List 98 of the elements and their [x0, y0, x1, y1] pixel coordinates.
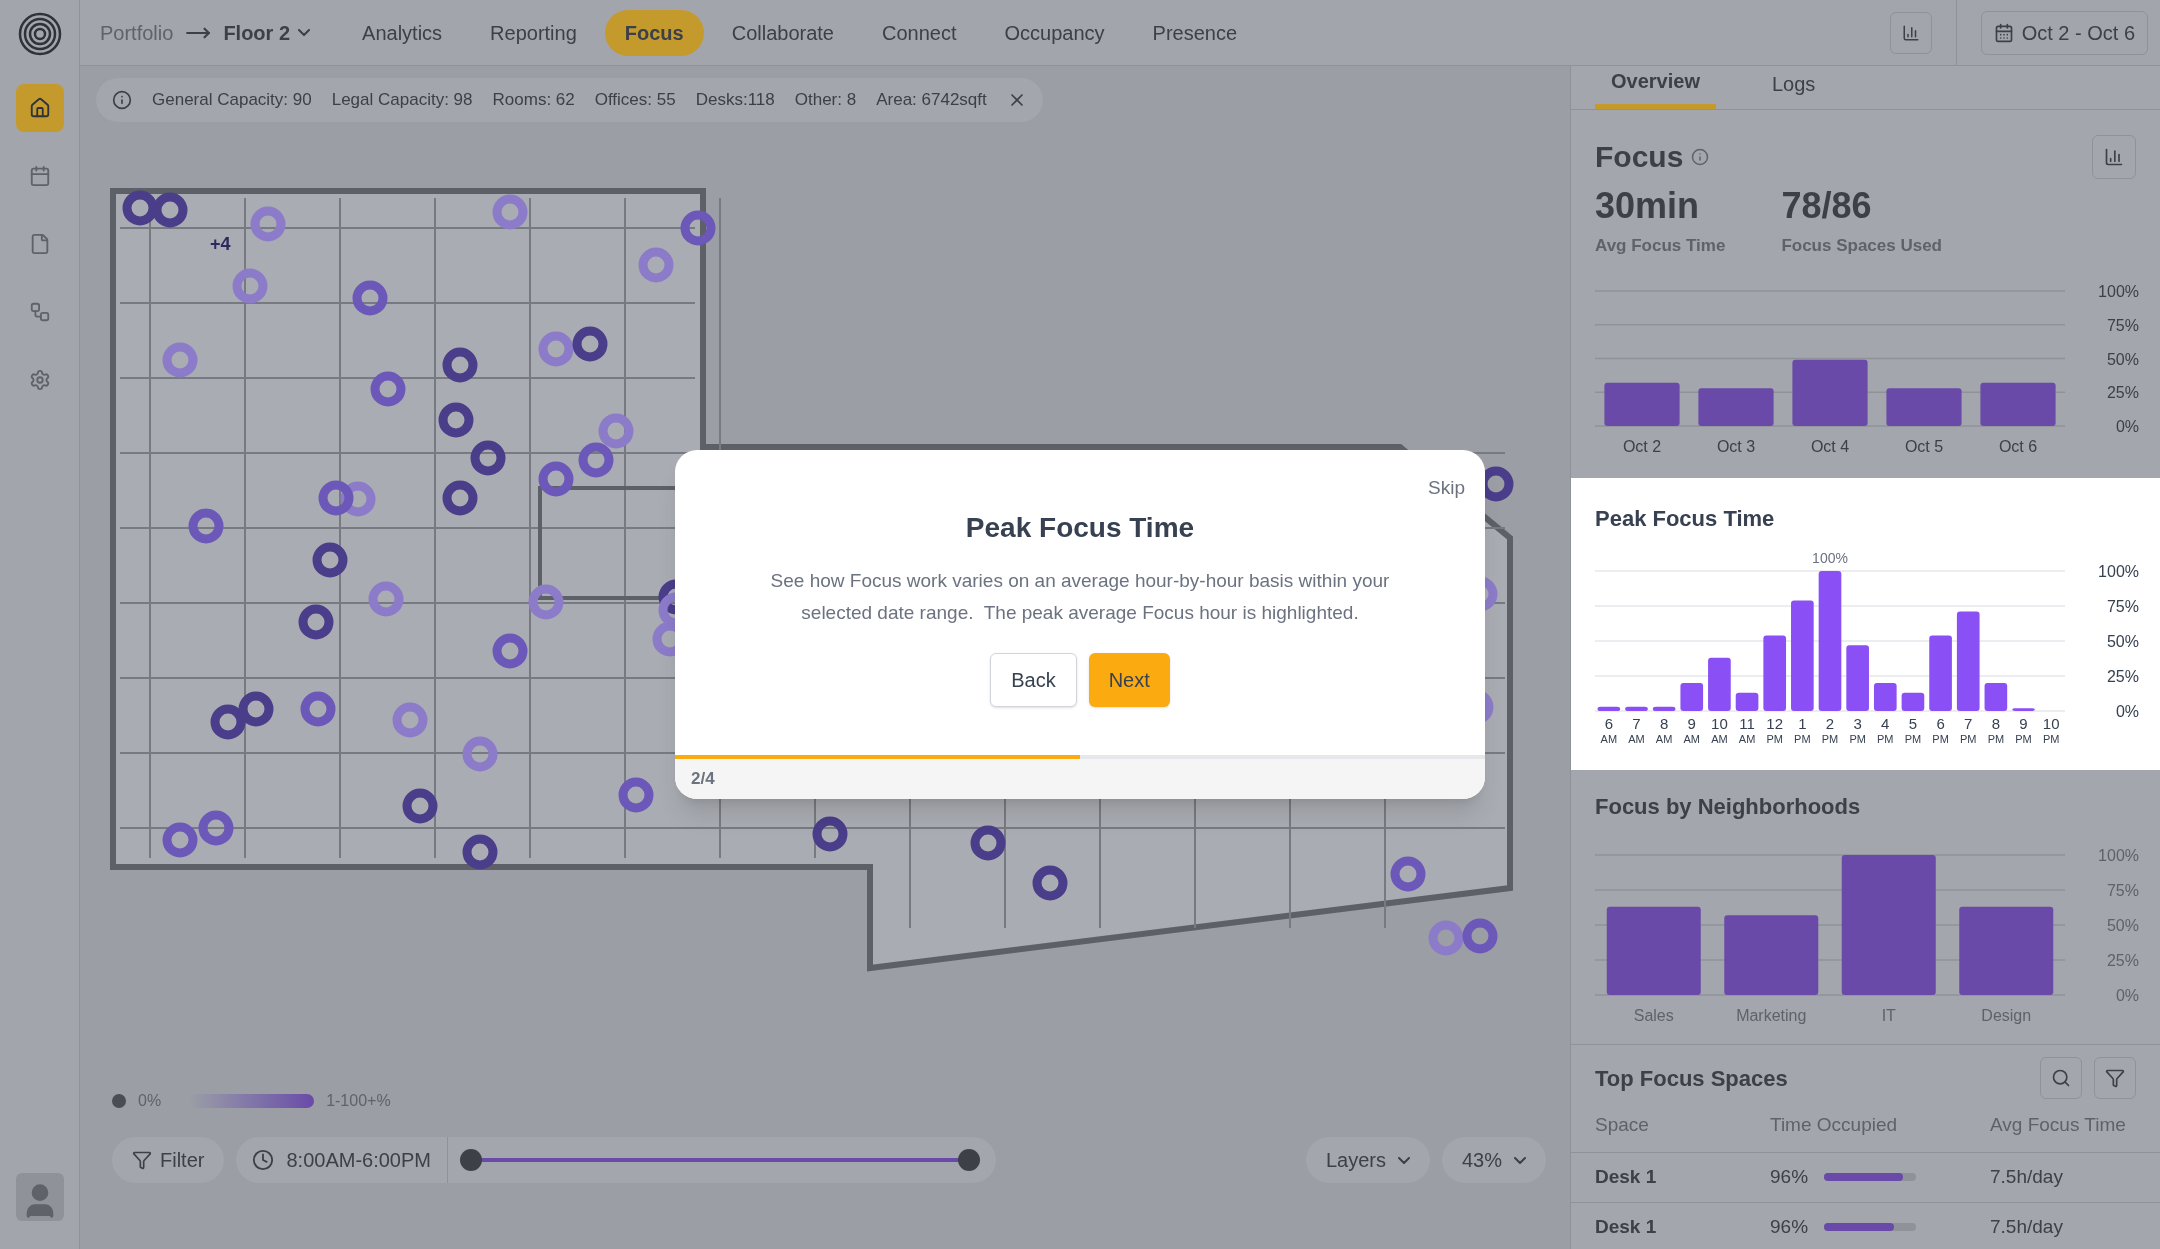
legend-label: 1-100+% [326, 1091, 391, 1111]
nav-tab[interactable]: Occupancy [984, 9, 1125, 56]
caret-icon [298, 29, 311, 36]
filter-button[interactable]: Filter [112, 1137, 225, 1183]
capacity-stat: Area: 6742sqft [876, 89, 987, 112]
capacity-stat: Legal Capacity: 98 [331, 89, 473, 112]
capacity-stat: Rooms: 62 [492, 89, 575, 112]
step-counter: 2/4 [691, 767, 715, 790]
info-icon [112, 90, 132, 110]
section-title: Focus by Neighborhoods [1595, 793, 1862, 821]
axis-label: IT [1881, 1007, 1896, 1024]
calendar-icon [28, 165, 51, 187]
axis-label: 100% [2098, 847, 2139, 864]
dialog-title: Peak Focus Time [964, 510, 1196, 545]
axis-label: Oct 3 [1716, 437, 1756, 455]
axis-label: 50% [2106, 633, 2139, 650]
axis-label: 25% [2106, 383, 2139, 401]
layers-dropdown[interactable]: Layers [1305, 1137, 1430, 1183]
filter-button[interactable] [2094, 1057, 2136, 1099]
axis-label: 0% [2115, 703, 2139, 720]
axis-label: Design [1981, 1007, 2032, 1024]
table-cell-text: Desk 1 [1595, 1164, 1658, 1189]
table-cell-text: 7.5h/day [1990, 1214, 2064, 1239]
settings-icon [28, 369, 51, 391]
floor-dropdown[interactable]: Floor 2 [223, 17, 311, 48]
zoom-dropdown[interactable]: 43% [1441, 1137, 1546, 1183]
nav-tab[interactable]: Analytics [342, 9, 463, 56]
nav-tab[interactable]: Presence [1132, 9, 1258, 56]
info-icon [1691, 147, 1710, 166]
axis-label: Oct 5 [1904, 437, 1944, 455]
chart-icon [2104, 146, 2124, 167]
axis-label: 0% [2115, 417, 2139, 435]
axis-label: 75% [2106, 598, 2139, 615]
data-label: 100% [1812, 550, 1848, 566]
axis-label: Oct 6 [1998, 437, 2038, 455]
panel-tab[interactable]: Logs [1755, 66, 1832, 109]
stat-value: 78/86 [1781, 184, 1873, 228]
nav-tab[interactable]: Connect [862, 9, 977, 56]
axis-label: 75% [2106, 882, 2139, 899]
dialog-text: See how Focus work varies on an average hour-by-hour basis within your selected date range. The peak average Focus hour is highlighted. [769, 568, 1391, 625]
capacity-stat: General Capacity: 90 [152, 89, 312, 112]
table-cell-text: Desk 1 [1595, 1214, 1658, 1239]
slider-thumb[interactable] [459, 1149, 482, 1171]
column-header: Avg Focus Time [1990, 1113, 2127, 1137]
axis-label: 75% [2106, 316, 2139, 334]
capacity-stat: Desks:118 [695, 89, 775, 112]
table-cell-text: 96% [1770, 1164, 1809, 1189]
axis-label: 25% [2106, 952, 2139, 969]
axis-label: 50% [2106, 917, 2139, 934]
filter-icon [2105, 1068, 2125, 1088]
home-icon [28, 97, 51, 119]
axis-label: Sales [1633, 1007, 1674, 1024]
next-button[interactable]: Next [1088, 652, 1170, 707]
search-button[interactable] [2040, 1057, 2082, 1099]
capacity-stat: Other: 8 [794, 89, 857, 112]
stat-label: Focus Spaces Used [1781, 235, 1942, 257]
axis-label: 0% [2115, 987, 2139, 1004]
axis-label: 100% [2098, 282, 2139, 300]
capacity-stat: Offices: 55 [594, 89, 676, 112]
table-cell-text: 96% [1770, 1214, 1809, 1239]
avatar[interactable] [15, 1173, 64, 1221]
section-title: Top Focus Spaces [1595, 1064, 1789, 1093]
section-title: Peak Focus Time [1595, 505, 1776, 533]
nav-tab[interactable]: Focus [604, 9, 704, 56]
axis-label: 25% [2106, 668, 2139, 685]
breadcrumb-link[interactable]: Portfolio [100, 17, 174, 48]
caret-icon [1397, 1156, 1410, 1164]
axis-label: Marketing [1736, 1007, 1807, 1024]
filter-icon [132, 1150, 152, 1170]
stat-label: Avg Focus Time [1595, 235, 1726, 257]
caret-icon [1514, 1156, 1526, 1164]
clock-icon [252, 1149, 275, 1171]
axis-label: Oct 2 [1622, 437, 1662, 455]
chart-button[interactable] [2092, 134, 2136, 179]
time-range: 8:00AM-6:00PM [286, 1137, 448, 1183]
section-title: Focus [1595, 139, 1684, 175]
table-cell-text: 7.5h/day [1990, 1164, 2064, 1189]
slider-thumb[interactable] [957, 1149, 980, 1171]
sidebar-item[interactable] [15, 84, 64, 132]
stat-value: 30min [1595, 184, 1701, 228]
time-slider[interactable] [459, 1149, 980, 1171]
nav-tab[interactable]: Collaborate [711, 9, 854, 56]
calendar-icon [1993, 22, 2014, 43]
logo-icon[interactable] [17, 12, 62, 56]
legend-label: 0% [138, 1091, 162, 1111]
axis-label: Oct 4 [1810, 437, 1850, 455]
column-header: Time Occupied [1770, 1113, 1899, 1137]
date-range-button[interactable]: Oct 2 - Oct 6 [1980, 10, 2148, 55]
axis-label: 100% [2098, 563, 2139, 580]
search-icon [2051, 1068, 2071, 1088]
chart-icon [1901, 23, 1920, 42]
nodes-icon [28, 301, 51, 323]
back-button[interactable]: Back [990, 652, 1077, 707]
column-header: Space [1595, 1113, 1650, 1137]
skip-link[interactable]: Skip [1428, 474, 1465, 503]
nav-tab[interactable]: Reporting [470, 9, 597, 56]
axis-label: 50% [2106, 350, 2139, 367]
panel-tab[interactable]: Overview [1595, 66, 1716, 109]
